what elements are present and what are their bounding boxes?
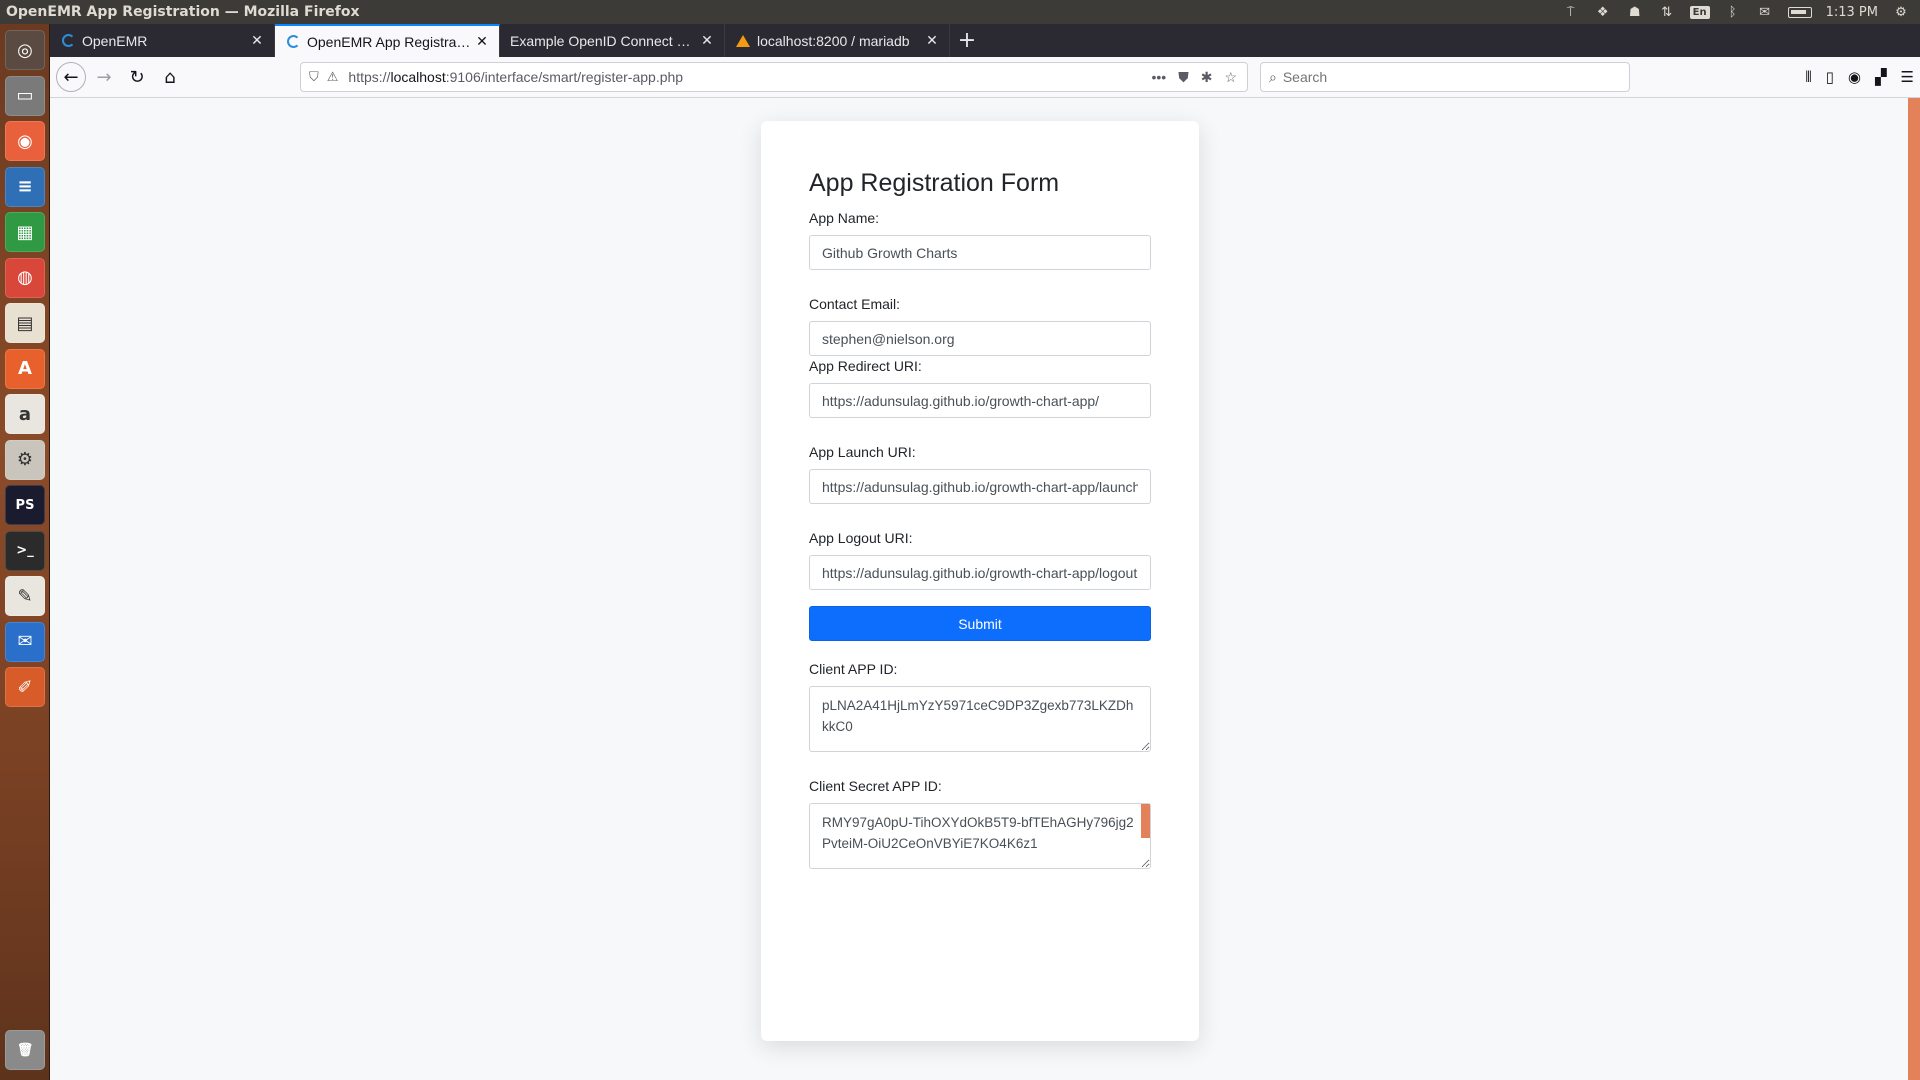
extension-icon[interactable]: ✱ [1201,69,1213,86]
app-name-group: App Name: [809,210,1151,270]
firefox-icon[interactable]: ◉ [5,121,45,161]
tab-label: OpenEMR [82,32,148,49]
page-viewport: App Registration Form App Name: Contact … [50,98,1920,1080]
bluetooth-icon[interactable]: ᛒ [1724,4,1742,20]
back-button[interactable]: ← [56,62,86,92]
transfer-icon[interactable]: ⇅ [1658,4,1676,20]
search-bar[interactable]: ⌕ [1260,62,1630,92]
writer-icon[interactable]: ≡ [5,166,45,207]
new-tab-button[interactable]: + [950,24,984,57]
textarea-scrollbar[interactable] [1141,804,1150,838]
client-secret-label: Client Secret APP ID: [809,778,942,794]
software-center-icon[interactable]: A [5,348,45,389]
system-tray: ⍑ ❖ ☗ ⇅ En ᛒ ✉ 1:13 PM ⚙ [1562,4,1920,20]
client-secret-textarea[interactable]: RMY97gA0pU-TihOXYdOkB5T9-bfTEhAGHy796jg2… [809,803,1151,869]
client-secret-group: Client Secret APP ID: RMY97gA0pU-TihOXYd… [809,778,1151,869]
library-icon[interactable]: ⫴ [1805,68,1811,86]
tab-openemr-app-registration[interactable]: OpenEMR App Registration ✕ [275,24,500,57]
system-top-panel: OpenEMR App Registration — Mozilla Firef… [0,0,1920,24]
launch-uri-group: App Launch URI: [809,444,1151,504]
user-indicator-icon[interactable]: ☗ [1626,4,1644,20]
launcher: ◎ ▭ ◉ ≡ ▦ ◍ ▤ Aa ⚙ PS >_ ✎ ✉ ✐ 🗑 [0,24,50,1080]
tab-bar: OpenEMR ✕ OpenEMR App Registration ✕ Exa… [50,24,1920,57]
window-title: OpenEMR App Registration — Mozilla Firef… [6,4,360,20]
account-icon[interactable]: ◉ [1848,68,1861,86]
logout-uri-group: App Logout URI: [809,530,1151,590]
client-id-group: Client APP ID: pLNA2A41HjLmYzY5971ceC9DP… [809,661,1151,752]
contact-email-input[interactable] [809,321,1151,356]
openemr-icon [285,34,301,50]
reload-button[interactable]: ↻ [122,62,152,92]
search-input[interactable] [1282,69,1629,85]
text-editor-icon[interactable]: ✎ [5,576,45,616]
tab-openemr[interactable]: OpenEMR ✕ [50,24,275,57]
pen-tool-icon[interactable]: ✐ [5,667,45,707]
close-icon[interactable]: ✕ [248,32,266,50]
toolbar-right: ⫴ ▯ ◉ ▞ ☰ [1805,62,1914,92]
menu-icon[interactable]: ☰ [1901,68,1914,86]
submit-button[interactable]: Submit [809,606,1151,641]
page-title: App Registration Form [809,169,1060,197]
tab-example-openid-connect[interactable]: Example OpenID Connect Client ✕ [500,24,725,57]
extensions-icon[interactable]: ▞ [1875,68,1887,86]
system-settings-icon[interactable]: ⚙ [1892,4,1910,20]
url-host: localhost [390,69,446,85]
network-icon[interactable]: ⍑ [1562,4,1580,20]
tab-phpmyadmin[interactable]: localhost:8200 / mariadb ✕ [725,24,950,57]
keyboard-layout-indicator[interactable]: En [1689,5,1710,19]
page-actions-icon[interactable]: ••• [1151,69,1166,86]
phpstorm-icon[interactable]: PS [5,485,45,525]
calc-icon[interactable]: ▦ [5,212,45,252]
dropbox-icon[interactable]: ❖ [1594,4,1612,20]
phpmyadmin-icon [735,33,751,49]
mail-icon[interactable]: ✉ [1756,4,1774,20]
close-icon[interactable]: ✕ [473,33,491,51]
client-id-label: Client APP ID: [809,661,898,677]
redirect-uri-group: App Redirect URI: [809,358,1151,418]
tab-label: OpenEMR App Registration [307,33,473,50]
page-scrollbar[interactable] [1908,98,1920,1080]
impress-icon[interactable]: ▤ [5,303,45,343]
bookmark-star-icon[interactable]: ☆ [1224,69,1237,86]
close-icon[interactable]: ✕ [923,32,941,50]
url-path: :9106/interface/smart/register-app.php [445,69,684,85]
tab-label: Example OpenID Connect Client [510,32,698,49]
terminal-icon[interactable]: >_ [5,530,45,571]
app-name-input[interactable] [809,235,1151,270]
forward-button[interactable]: → [89,62,119,92]
battery-icon[interactable] [1787,6,1812,18]
url-text[interactable]: https://localhost:9106/interface/smart/r… [348,69,1151,85]
redirect-uri-input[interactable] [809,383,1151,418]
url-prefix: https:// [348,69,391,85]
contact-email-group: Contact Email: [809,296,1151,356]
logout-uri-label: App Logout URI: [809,530,913,546]
openemr-icon [60,33,76,49]
close-icon[interactable]: ✕ [698,32,716,50]
pocket-icon[interactable]: ⛊ [1178,69,1189,86]
chrome-icon[interactable]: ◍ [5,257,45,298]
files-icon[interactable]: ▭ [5,75,45,116]
url-bar[interactable]: ⛉ ⚠ https://localhost:9106/interface/sma… [300,62,1248,92]
registration-card: App Registration Form App Name: Contact … [761,121,1199,1041]
trash-icon[interactable]: 🗑 [5,1030,45,1070]
tracking-protection-icon[interactable]: ⛉ [309,69,319,85]
launch-uri-input[interactable] [809,469,1151,504]
amazon-icon[interactable]: a [5,394,45,434]
dash-icon[interactable]: ◎ [5,30,45,70]
launch-uri-label: App Launch URI: [809,444,916,460]
sidebar-icon[interactable]: ▯ [1826,68,1834,86]
home-button[interactable]: ⌂ [155,62,185,92]
thunderbird-icon[interactable]: ✉ [5,621,45,662]
insecure-lock-icon[interactable]: ⚠ [327,69,339,85]
tab-label: localhost:8200 / mariadb [757,32,910,49]
clock[interactable]: 1:13 PM [1826,5,1878,20]
navigation-toolbar: ← → ↻ ⌂ ⛉ ⚠ https://localhost:9106/inter… [50,57,1920,98]
search-icon: ⌕ [1269,68,1277,85]
client-id-textarea[interactable]: pLNA2A41HjLmYzY5971ceC9DP3Zgexb773LKZDhk… [809,686,1151,752]
contact-email-label: Contact Email: [809,296,901,312]
redirect-uri-label: App Redirect URI: [809,358,922,374]
logout-uri-input[interactable] [809,555,1151,590]
settings-icon[interactable]: ⚙ [5,439,45,480]
app-name-label: App Name: [809,210,880,226]
